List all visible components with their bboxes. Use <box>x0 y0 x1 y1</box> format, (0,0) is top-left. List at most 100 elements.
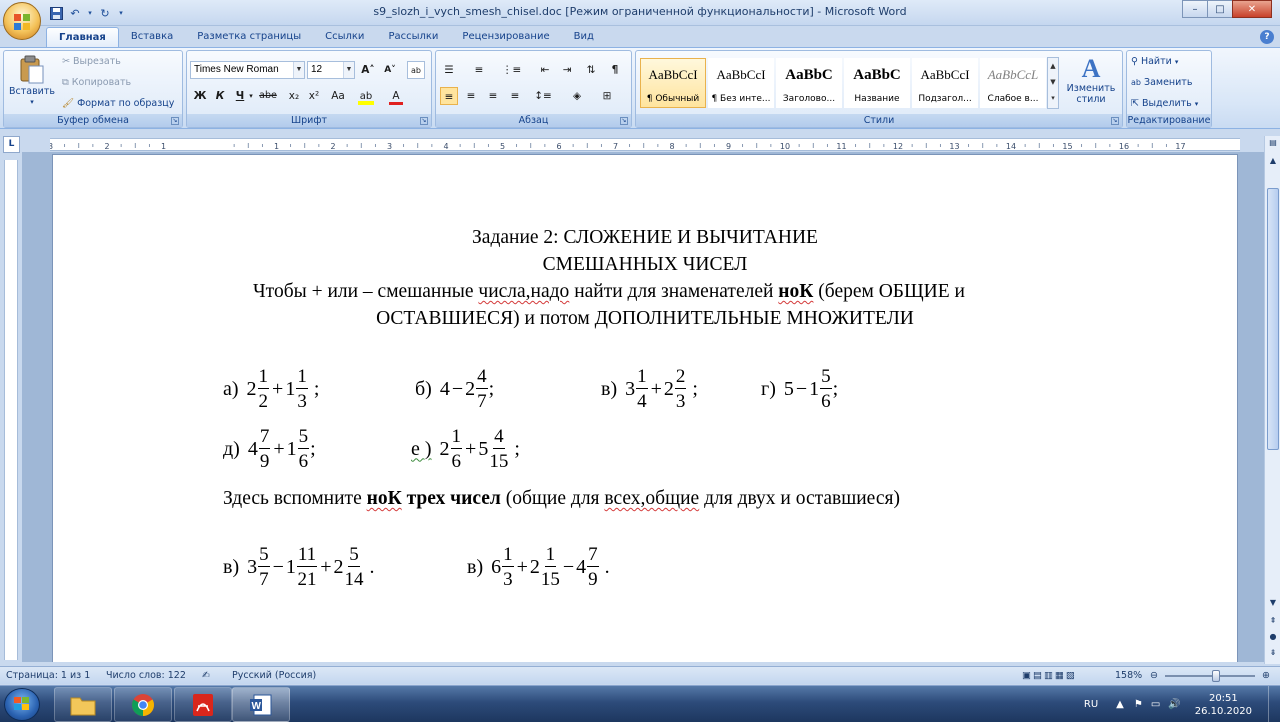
change-styles-button[interactable]: A Изменить стили <box>1064 55 1118 106</box>
previous-page-icon[interactable]: ⇞ <box>1266 614 1280 628</box>
language[interactable]: Русский (Россия) <box>232 670 316 681</box>
office-button[interactable] <box>3 2 41 40</box>
start-button[interactable] <box>4 688 40 721</box>
change-case-button[interactable]: Aa <box>329 87 347 105</box>
ruler-number: 6 <box>556 142 561 150</box>
network-icon[interactable]: ▭ <box>1151 699 1160 710</box>
grow-font-button[interactable]: A˄ <box>359 61 377 79</box>
align-center-button[interactable]: ≡ <box>462 87 480 105</box>
shrink-font-button[interactable]: A˅ <box>381 61 399 79</box>
styles-launcher-icon[interactable]: ↘ <box>1111 117 1119 125</box>
line-spacing-button[interactable]: ↕≡ <box>534 87 552 105</box>
show-desktop-button[interactable] <box>1268 686 1280 722</box>
tab-view[interactable]: Вид <box>562 27 606 47</box>
ruler-toggle-icon[interactable]: ▤ <box>1266 136 1280 150</box>
tab-page-layout[interactable]: Разметка страницы <box>185 27 313 47</box>
tab-mailings[interactable]: Рассылки <box>376 27 450 47</box>
bullets-button[interactable]: ☰ <box>440 61 458 79</box>
style-name: Название <box>854 94 900 104</box>
style-no-spacing[interactable]: AaBbCcI ¶ Без инте... <box>708 58 774 108</box>
underline-dropdown-icon[interactable]: ▾ <box>247 87 255 105</box>
copy-button[interactable]: ⧉ Копировать <box>62 77 131 88</box>
font-family-select[interactable]: Times New Roman ▼ <box>190 61 305 79</box>
align-left-button[interactable]: ≡ <box>440 87 458 105</box>
action-center-icon[interactable]: ⚑ <box>1134 699 1143 710</box>
strikethrough-button[interactable]: abe <box>259 87 277 105</box>
style-heading1[interactable]: AaBbC Заголово... <box>776 58 842 108</box>
tab-selector-icon[interactable]: L <box>3 136 20 153</box>
horizontal-ruler[interactable]: 3 2 1 1 2 3 4 5 6 7 8 9 10 11 12 13 14 15 16 17 <box>50 138 1240 151</box>
minimize-button[interactable]: – <box>1182 0 1208 18</box>
taskbar-chrome[interactable] <box>114 687 172 722</box>
close-button[interactable]: ✕ <box>1232 0 1272 18</box>
font-launcher-icon[interactable]: ↘ <box>420 117 428 125</box>
cut-button[interactable]: ✂ Вырезать <box>62 56 121 67</box>
shading-button[interactable]: ◈ <box>568 87 586 105</box>
italic-button[interactable]: К <box>211 87 229 105</box>
numbering-button[interactable]: ≡ <box>470 61 488 79</box>
ruler-number: 7 <box>613 142 618 150</box>
browse-object-icon[interactable]: ● <box>1266 630 1280 644</box>
font-size-select[interactable]: 12 ▼ <box>307 61 355 79</box>
page-count[interactable]: Страница: 1 из 1 <box>6 670 90 681</box>
multilevel-list-button[interactable]: ⋮≡ <box>502 61 521 79</box>
clear-format-icon[interactable]: ab <box>407 61 425 79</box>
zoom-slider-handle[interactable] <box>1212 670 1220 682</box>
font-group-label: Шрифт <box>187 114 431 127</box>
format-painter-button[interactable]: 🖌 Формат по образцу <box>62 98 174 109</box>
paste-button[interactable]: Вставить ▾ <box>8 55 56 106</box>
show-marks-button[interactable]: ¶ <box>606 61 624 79</box>
increase-indent-button[interactable]: ⇥ <box>558 61 576 79</box>
tab-insert[interactable]: Вставка <box>119 27 185 47</box>
document-area: Задание 2: СЛОЖЕНИЕ И ВЫЧИТАНИЕ СМЕШАННЫ… <box>22 152 1264 662</box>
zoom-level[interactable]: 158% <box>1115 670 1142 681</box>
replace-button[interactable]: ab Заменить <box>1131 77 1192 88</box>
style-subtle-emphasis[interactable]: AaBbCcL Слабое в... <box>980 58 1046 108</box>
vertical-ruler[interactable] <box>4 160 18 660</box>
maximize-button[interactable]: □ <box>1207 0 1233 18</box>
volume-icon[interactable]: 🔊 <box>1168 699 1180 710</box>
vertical-scrollbar[interactable]: ▤ ▲ ▼ ⇞ ● ⇟ <box>1264 136 1280 664</box>
document-page[interactable]: Задание 2: СЛОЖЕНИЕ И ВЫЧИТАНИЕ СМЕШАННЫ… <box>52 154 1238 662</box>
clock[interactable]: 20:51 26.10.2020 <box>1195 692 1252 718</box>
style-title[interactable]: AaBbC Название <box>844 58 910 108</box>
select-button[interactable]: ⇱ Выделить ▾ <box>1131 98 1198 109</box>
borders-button[interactable]: ⊞ <box>598 87 616 105</box>
highlight-button[interactable]: ab <box>357 87 375 105</box>
taskbar-explorer[interactable] <box>54 687 112 722</box>
style-normal[interactable]: AaBbCcI ¶ Обычный <box>640 58 706 108</box>
view-buttons[interactable]: ▣▤▥▦▧ <box>1022 670 1077 681</box>
paragraph-launcher-icon[interactable]: ↘ <box>620 117 628 125</box>
scroll-up-icon[interactable]: ▲ <box>1266 154 1280 168</box>
tab-references[interactable]: Ссылки <box>313 27 376 47</box>
next-page-icon[interactable]: ⇟ <box>1266 646 1280 660</box>
styles-scroll[interactable]: ▲ ▼ ▾ <box>1047 57 1059 109</box>
word-count[interactable]: Число слов: 122 <box>106 670 186 681</box>
zoom-in-icon[interactable]: ⊕ <box>1262 670 1270 681</box>
decrease-indent-button[interactable]: ⇤ <box>536 61 554 79</box>
subscript-button[interactable]: x₂ <box>285 87 303 105</box>
zoom-out-icon[interactable]: ⊖ <box>1150 670 1158 681</box>
proofing-icon[interactable]: ✍ <box>202 670 210 681</box>
sort-button[interactable]: ⇅ <box>582 61 600 79</box>
tab-review[interactable]: Рецензирование <box>450 27 561 47</box>
keyboard-language[interactable]: RU <box>1084 699 1098 710</box>
zoom-slider[interactable] <box>1165 675 1255 677</box>
superscript-button[interactable]: x² <box>305 87 323 105</box>
scroll-thumb[interactable] <box>1267 188 1279 450</box>
find-button[interactable]: ⚲ Найти ▾ <box>1131 56 1178 67</box>
show-hidden-icons-icon[interactable]: ▲ <box>1116 699 1124 710</box>
clipboard-launcher-icon[interactable]: ↘ <box>171 117 179 125</box>
bold-button[interactable]: Ж <box>191 87 209 105</box>
tab-home[interactable]: Главная <box>46 27 119 47</box>
taskbar-word[interactable]: W <box>232 687 290 722</box>
font-color-button[interactable]: A <box>387 87 405 105</box>
editing-group-label: Редактирование <box>1127 114 1211 127</box>
taskbar-acrobat[interactable] <box>174 687 232 722</box>
align-right-button[interactable]: ≡ <box>484 87 502 105</box>
scroll-down-icon[interactable]: ▼ <box>1266 596 1280 610</box>
justify-button[interactable]: ≡ <box>506 87 524 105</box>
help-icon[interactable]: ? <box>1260 30 1274 44</box>
exercise-v3: в) 6 1 3 +2 1 15−4 7 9 . <box>467 544 610 590</box>
style-subtitle[interactable]: AaBbCcI Подзагол... <box>912 58 978 108</box>
